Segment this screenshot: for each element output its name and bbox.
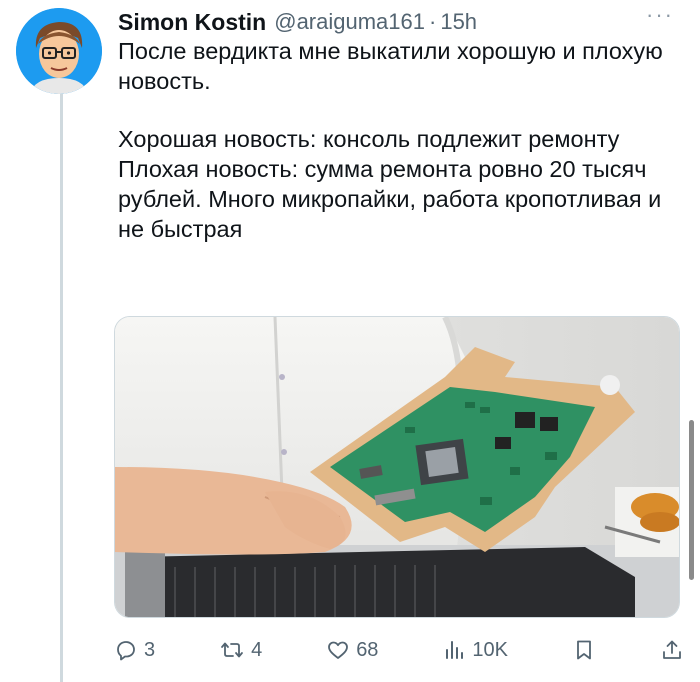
header-separator: · [429,9,437,34]
retweet-count: 4 [251,638,263,661]
views-count: 10K [472,638,508,661]
thread-line [60,92,63,682]
bookmark-button[interactable] [572,638,596,662]
avatar[interactable] [16,8,102,94]
tweet-header: Simon Kostin @araiguma161 · 15h [118,4,700,40]
tweet-line-good-news: Хорошая новость: консоль подлежит ремонт… [118,126,620,152]
author-handle[interactable]: @araiguma161 [274,9,425,35]
tweet-actions-bar: 3 4 68 10K [114,630,684,670]
motherboard-photo [115,317,679,617]
bookmark-icon [577,640,591,660]
tweet-paragraph-intro: После вердикта мне выкатили хорошую и пл… [118,38,663,94]
tweet-line-bad-news: Плохая новость: сумма ремонта ровно 20 т… [118,156,662,242]
views-bar-icon [446,641,464,659]
tweet-timestamp[interactable]: 15h [440,9,477,35]
like-button[interactable]: 68 [326,638,378,662]
like-count: 68 [356,638,379,661]
more-icon[interactable]: ··· [646,2,674,28]
views-button[interactable]: 10K [442,638,508,662]
share-button[interactable] [660,638,684,662]
author-name[interactable]: Simon Kostin [118,9,266,36]
tweet-media-image[interactable] [114,316,680,618]
retweet-button[interactable]: 4 [219,638,262,662]
reply-count: 3 [144,638,156,661]
heart-icon [328,641,349,659]
retweet-icon [221,642,243,658]
tweet-text: После вердикта мне выкатили хорошую и пл… [118,36,663,244]
reply-icon [117,641,135,661]
reply-button[interactable]: 3 [114,638,155,662]
share-icon [663,640,681,659]
avatar-illustration [16,8,102,94]
scrollbar-thumb[interactable] [689,420,694,580]
